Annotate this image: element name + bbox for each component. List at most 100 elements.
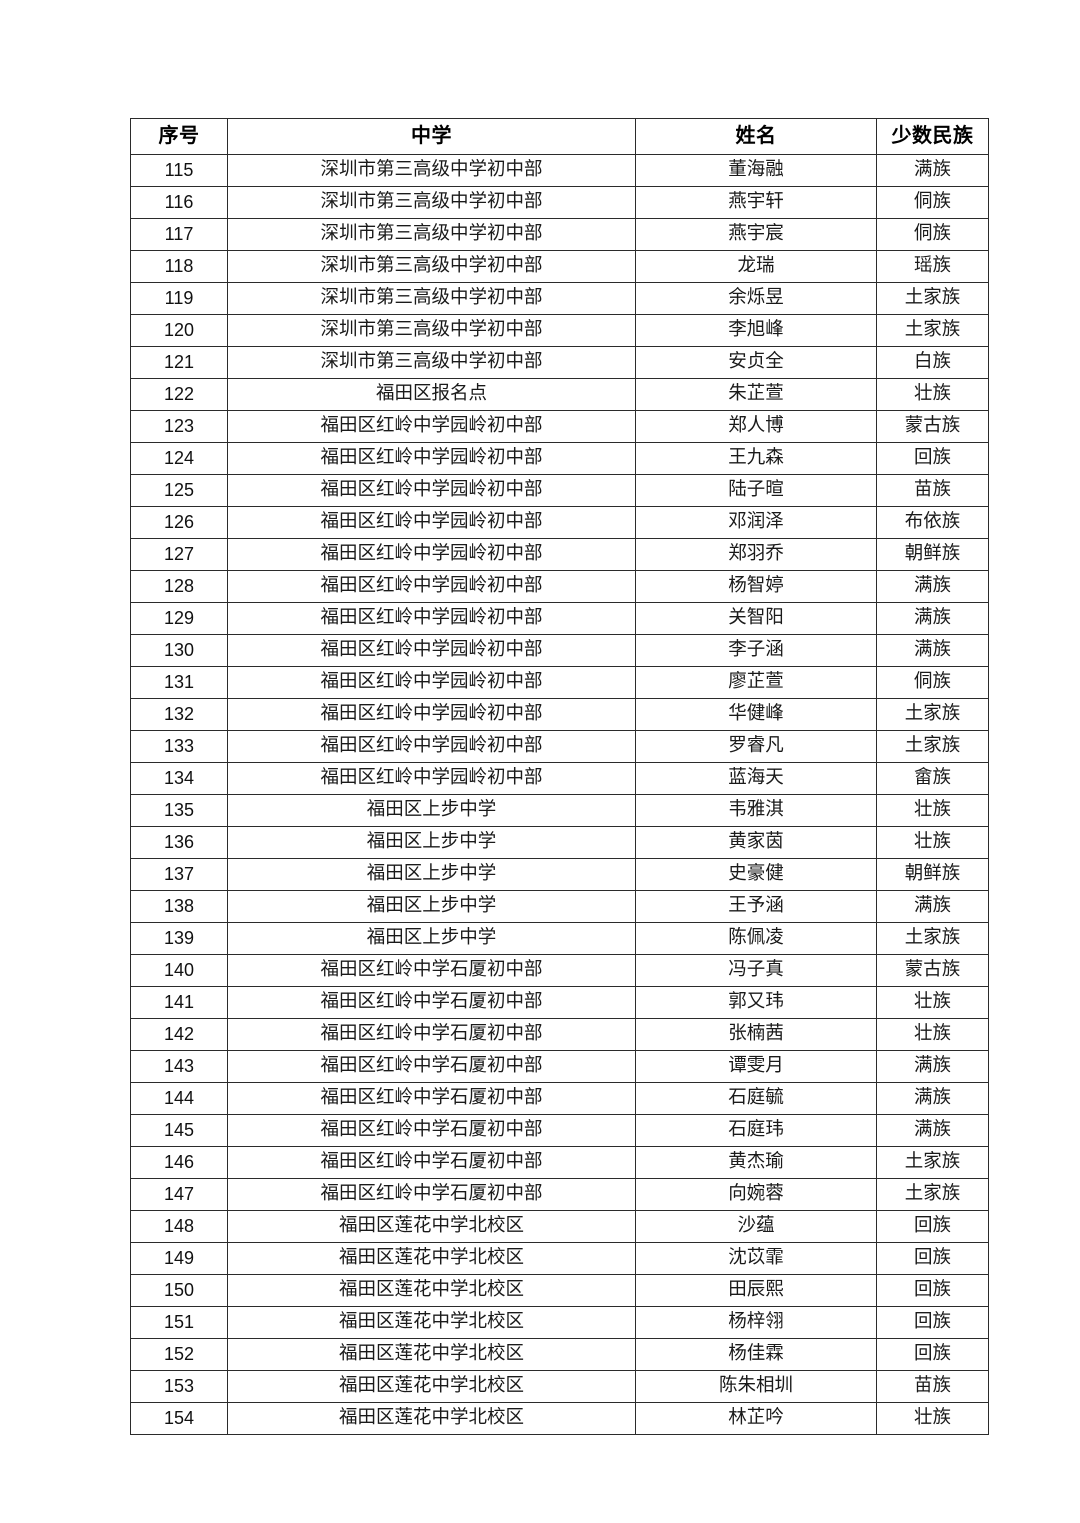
cell-seq: 120 xyxy=(130,314,228,347)
table-row: 144 福田区红岭中学石厦初中部 石庭毓 满族 xyxy=(130,1082,989,1115)
table-row: 128 福田区红岭中学园岭初中部 杨智婷 满族 xyxy=(130,570,989,603)
cell-school: 福田区莲花中学北校区 xyxy=(227,1370,636,1403)
table-row: 150 福田区莲花中学北校区 田辰熙 回族 xyxy=(130,1274,989,1307)
table-row: 142 福田区红岭中学石厦初中部 张楠茜 壮族 xyxy=(130,1018,989,1051)
column-header-seq: 序号 xyxy=(130,118,228,155)
cell-ethnicity: 布依族 xyxy=(876,506,989,539)
document-page: 序号 中学 姓名 少数民族 115 深圳市第三高级中学初中部 董海融 满族 116 深圳市… xyxy=(0,0,1080,1523)
table-row: 131 福田区红岭中学园岭初中部 廖芷萱 侗族 xyxy=(130,666,989,699)
cell-ethnicity: 回族 xyxy=(876,1274,989,1307)
cell-name: 王九森 xyxy=(635,442,877,475)
cell-school: 福田区莲花中学北校区 xyxy=(227,1402,636,1435)
cell-seq: 139 xyxy=(130,922,228,955)
cell-name: 向婉蓉 xyxy=(635,1178,877,1211)
table-row: 130 福田区红岭中学园岭初中部 李子涵 满族 xyxy=(130,634,989,667)
cell-ethnicity: 壮族 xyxy=(876,1402,989,1435)
cell-seq: 124 xyxy=(130,442,228,475)
cell-ethnicity: 满族 xyxy=(876,570,989,603)
table-row: 136 福田区上步中学 黄家茵 壮族 xyxy=(130,826,989,859)
cell-school: 福田区莲花中学北校区 xyxy=(227,1306,636,1339)
column-header-name: 姓名 xyxy=(635,118,877,155)
cell-school: 福田区红岭中学石厦初中部 xyxy=(227,1082,636,1115)
cell-school: 福田区红岭中学园岭初中部 xyxy=(227,730,636,763)
table-row: 117 深圳市第三高级中学初中部 燕宇宸 侗族 xyxy=(130,218,989,251)
cell-seq: 138 xyxy=(130,890,228,923)
cell-seq: 142 xyxy=(130,1018,228,1051)
cell-school: 福田区红岭中学石厦初中部 xyxy=(227,1146,636,1179)
cell-seq: 116 xyxy=(130,186,228,219)
cell-name: 李子涵 xyxy=(635,634,877,667)
cell-school: 深圳市第三高级中学初中部 xyxy=(227,314,636,347)
cell-school: 深圳市第三高级中学初中部 xyxy=(227,186,636,219)
cell-school: 深圳市第三高级中学初中部 xyxy=(227,218,636,251)
cell-name: 余烁昱 xyxy=(635,282,877,315)
cell-school: 福田区莲花中学北校区 xyxy=(227,1338,636,1371)
table-row: 146 福田区红岭中学石厦初中部 黄杰瑜 土家族 xyxy=(130,1146,989,1179)
table-row: 125 福田区红岭中学园岭初中部 陆子暄 苗族 xyxy=(130,474,989,507)
cell-ethnicity: 土家族 xyxy=(876,922,989,955)
table-row: 129 福田区红岭中学园岭初中部 关智阳 满族 xyxy=(130,602,989,635)
table-row: 143 福田区红岭中学石厦初中部 谭雯月 满族 xyxy=(130,1050,989,1083)
cell-name: 郑羽乔 xyxy=(635,538,877,571)
table-row: 132 福田区红岭中学园岭初中部 华健峰 土家族 xyxy=(130,698,989,731)
table-row: 119 深圳市第三高级中学初中部 余烁昱 土家族 xyxy=(130,282,989,315)
table-row: 134 福田区红岭中学园岭初中部 蓝海天 畲族 xyxy=(130,762,989,795)
cell-seq: 152 xyxy=(130,1338,228,1371)
cell-ethnicity: 回族 xyxy=(876,1306,989,1339)
cell-ethnicity: 畲族 xyxy=(876,762,989,795)
table-row: 115 深圳市第三高级中学初中部 董海融 满族 xyxy=(130,154,989,187)
cell-seq: 143 xyxy=(130,1050,228,1083)
cell-school: 福田区上步中学 xyxy=(227,858,636,891)
cell-seq: 125 xyxy=(130,474,228,507)
table-row: 127 福田区红岭中学园岭初中部 郑羽乔 朝鲜族 xyxy=(130,538,989,571)
cell-seq: 126 xyxy=(130,506,228,539)
cell-name: 王予涵 xyxy=(635,890,877,923)
cell-ethnicity: 回族 xyxy=(876,1210,989,1243)
cell-seq: 129 xyxy=(130,602,228,635)
table-row: 147 福田区红岭中学石厦初中部 向婉蓉 土家族 xyxy=(130,1178,989,1211)
cell-ethnicity: 满族 xyxy=(876,602,989,635)
cell-name: 关智阳 xyxy=(635,602,877,635)
cell-school: 福田区红岭中学园岭初中部 xyxy=(227,474,636,507)
cell-name: 罗睿凡 xyxy=(635,730,877,763)
cell-school: 深圳市第三高级中学初中部 xyxy=(227,250,636,283)
cell-ethnicity: 满族 xyxy=(876,154,989,187)
cell-school: 福田区红岭中学石厦初中部 xyxy=(227,1178,636,1211)
table-row: 118 深圳市第三高级中学初中部 龙瑞 瑶族 xyxy=(130,250,989,283)
cell-school: 福田区红岭中学园岭初中部 xyxy=(227,602,636,635)
cell-seq: 147 xyxy=(130,1178,228,1211)
cell-ethnicity: 壮族 xyxy=(876,794,989,827)
table-row: 149 福田区莲花中学北校区 沈苡霏 回族 xyxy=(130,1242,989,1275)
cell-school: 福田区红岭中学园岭初中部 xyxy=(227,762,636,795)
cell-ethnicity: 瑶族 xyxy=(876,250,989,283)
cell-seq: 117 xyxy=(130,218,228,251)
cell-name: 史豪健 xyxy=(635,858,877,891)
table-row: 140 福田区红岭中学石厦初中部 冯子真 蒙古族 xyxy=(130,954,989,987)
table-row: 133 福田区红岭中学园岭初中部 罗睿凡 土家族 xyxy=(130,730,989,763)
cell-seq: 130 xyxy=(130,634,228,667)
table-row: 138 福田区上步中学 王予涵 满族 xyxy=(130,890,989,923)
roster-table: 序号 中学 姓名 少数民族 115 深圳市第三高级中学初中部 董海融 满族 116 深圳市… xyxy=(130,118,989,1435)
cell-name: 冯子真 xyxy=(635,954,877,987)
column-header-ethnicity: 少数民族 xyxy=(876,118,989,155)
cell-school: 福田区红岭中学园岭初中部 xyxy=(227,506,636,539)
cell-seq: 135 xyxy=(130,794,228,827)
cell-seq: 144 xyxy=(130,1082,228,1115)
cell-name: 石庭毓 xyxy=(635,1082,877,1115)
cell-name: 杨智婷 xyxy=(635,570,877,603)
cell-name: 安贞全 xyxy=(635,346,877,379)
table-row: 137 福田区上步中学 史豪健 朝鲜族 xyxy=(130,858,989,891)
cell-name: 郑人博 xyxy=(635,410,877,443)
cell-name: 邓润泽 xyxy=(635,506,877,539)
cell-school: 福田区莲花中学北校区 xyxy=(227,1210,636,1243)
cell-ethnicity: 白族 xyxy=(876,346,989,379)
cell-ethnicity: 苗族 xyxy=(876,1370,989,1403)
cell-ethnicity: 壮族 xyxy=(876,826,989,859)
cell-school: 福田区红岭中学园岭初中部 xyxy=(227,410,636,443)
cell-seq: 137 xyxy=(130,858,228,891)
table-row: 116 深圳市第三高级中学初中部 燕宇轩 侗族 xyxy=(130,186,989,219)
cell-name: 龙瑞 xyxy=(635,250,877,283)
cell-name: 廖芷萱 xyxy=(635,666,877,699)
table-row: 122 福田区报名点 朱芷萱 壮族 xyxy=(130,378,989,411)
cell-seq: 121 xyxy=(130,346,228,379)
